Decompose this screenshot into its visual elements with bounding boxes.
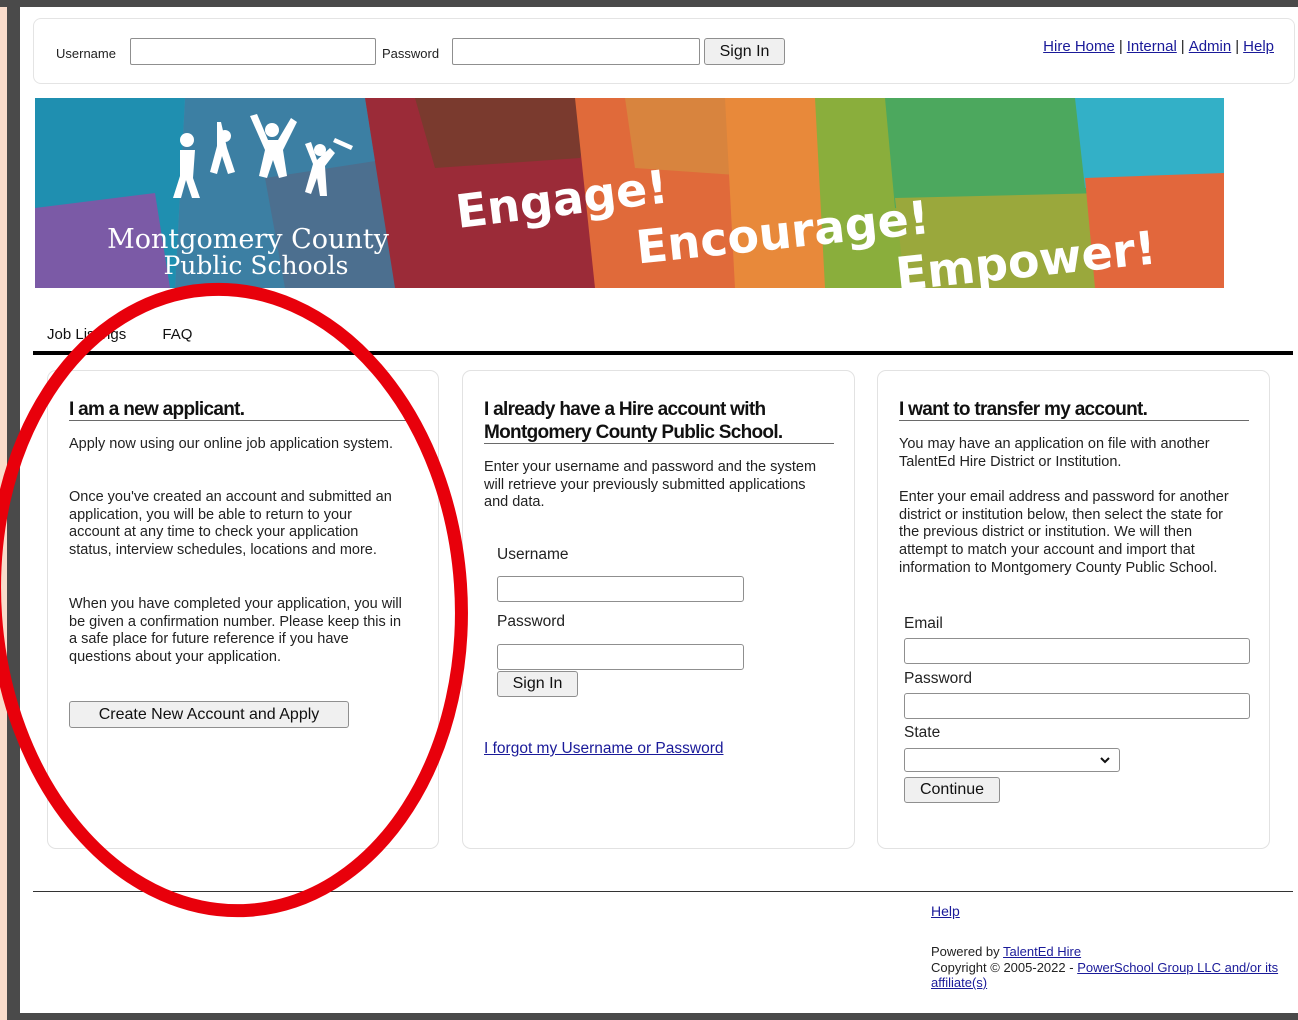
create-account-button[interactable]: Create New Account and Apply	[69, 701, 349, 728]
link-separator: |	[1235, 38, 1240, 55]
district-banner: Montgomery County Public Schools Engage!…	[35, 98, 1224, 288]
transfer-password-label: Password	[904, 670, 973, 687]
sign-in-button[interactable]: Sign In	[497, 671, 578, 697]
hire-home-link[interactable]: Hire Home	[1043, 38, 1115, 55]
existing-account-title-line1: I already have a Hire account with	[484, 399, 766, 420]
hire-login-page: Username Password Sign In Hire Home | Inte…	[20, 7, 1298, 1013]
card-title-rule	[899, 420, 1249, 421]
copyright-text: Copyright © 2005-2022 -	[931, 959, 1074, 975]
transfer-intro: You may have an application on file with…	[899, 436, 1210, 470]
top-password-input[interactable]	[452, 38, 700, 65]
nav-divider	[33, 351, 1293, 355]
transfer-password-field[interactable]	[904, 693, 1250, 719]
window-frame-left	[7, 7, 20, 1020]
continue-button[interactable]: Continue	[904, 777, 1000, 803]
tab-job-listings[interactable]: Job Listings	[47, 326, 126, 343]
transfer-instructions: Enter your email address and password fo…	[899, 489, 1229, 576]
banner-image: Montgomery County Public Schools Engage!…	[35, 98, 1224, 288]
new-applicant-card: I am a new applicant. Apply now using ou…	[47, 370, 439, 849]
internal-link[interactable]: Internal	[1127, 38, 1177, 55]
state-select-box[interactable]	[904, 748, 1120, 772]
card-title-rule	[69, 420, 419, 421]
username-input[interactable]	[497, 576, 744, 602]
banner-org-line2: Public Schools	[163, 251, 348, 280]
powered-by-text: Powered by	[931, 944, 1000, 959]
admin-link[interactable]: Admin	[1189, 38, 1232, 55]
password-label: Password	[497, 613, 566, 630]
username-label: Username	[497, 546, 569, 563]
password-input[interactable]	[497, 644, 744, 670]
top-login-bar: Username Password Sign In Hire Home | Inte…	[33, 18, 1295, 84]
footer-help-link[interactable]: Help	[931, 903, 960, 919]
forgot-credentials-link[interactable]: I forgot my Username or Password	[484, 740, 723, 758]
new-applicant-details: Once you've created an account and submi…	[69, 489, 392, 559]
top-username-label: Username	[56, 46, 116, 61]
new-applicant-title: I am a new applicant.	[69, 399, 245, 420]
top-username-input[interactable]	[130, 38, 376, 65]
top-nav-links: Hire Home | Internal | Admin | Help	[1043, 38, 1274, 55]
existing-account-intro: Enter your username and password and the…	[484, 459, 817, 511]
new-applicant-intro: Apply now using our online job applicati…	[69, 436, 394, 452]
link-separator: |	[1180, 38, 1185, 55]
talented-hire-link[interactable]: TalentEd Hire	[1003, 944, 1081, 959]
tab-faq[interactable]: FAQ	[162, 326, 192, 343]
link-separator: |	[1118, 38, 1123, 55]
top-sign-in-button[interactable]: Sign In	[704, 38, 785, 65]
transfer-title: I want to transfer my account.	[899, 399, 1148, 420]
top-password-label: Password	[382, 46, 440, 61]
footer-divider	[33, 891, 1293, 892]
card-title-rule	[484, 443, 834, 444]
existing-account-title-line2: Montgomery County Public School.	[484, 422, 783, 443]
email-field[interactable]	[904, 638, 1250, 664]
existing-account-card: I already have a Hire account with Montg…	[462, 370, 855, 849]
email-label: Email	[904, 615, 943, 632]
window-frame-bottom	[20, 1013, 1298, 1020]
main-nav: Job Listings FAQ	[47, 326, 224, 343]
state-label: State	[904, 724, 941, 741]
footer-credits: Powered by TalentEd Hire Copyright © 200…	[931, 944, 1298, 991]
transfer-account-card: I want to transfer my account. You may h…	[877, 370, 1270, 849]
help-link[interactable]: Help	[1243, 38, 1274, 55]
window-frame-top	[0, 0, 1298, 7]
new-applicant-confirmation-note: When you have completed your application…	[69, 596, 402, 666]
